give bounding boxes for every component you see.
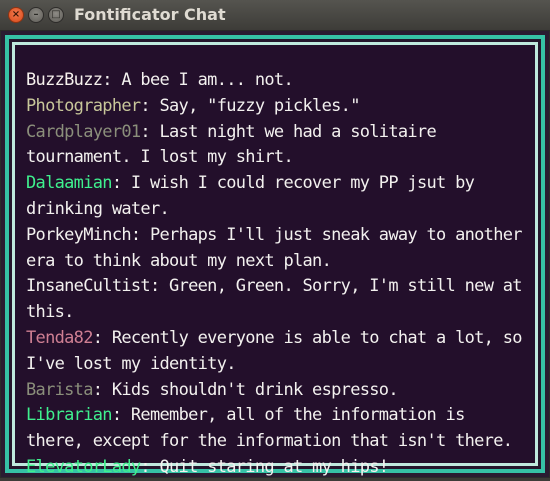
chat-username: ElevatorLady [26,456,141,477]
chat-message-text: : Quit staring at my hips! [140,456,389,477]
chat-message: ElevatorLady: Quit staring at my hips! [26,455,522,481]
window-title: Fontificator Chat [74,5,226,24]
chat-message: Photographer: Say, "fuzzy pickles." [26,94,522,120]
chat-username: Cardplayer01 [26,121,141,142]
chat-username: PorkeyMinch [26,224,132,245]
chat-frame: BuzzBuzz: A bee I am... not. Photographer… [1,31,549,477]
chat-message-text: : Recently everyone is able to chat a lo… [26,327,523,374]
chat-username: BuzzBuzz [26,70,103,90]
chat-log: BuzzBuzz: A bee I am... not. Photographer… [26,68,523,481]
chat-message: Barista: Kids shouldn't drink espresso. [26,378,522,404]
title-bar[interactable]: × – □ Fontificator Chat [0,0,550,31]
chat-username: Librarian [26,405,113,426]
chat-message: Dalaamian: I wish I could recover my PP … [26,171,522,223]
minimize-icon: – [33,9,39,20]
chat-message: PorkeyMinch: Perhaps I'll just sneak awa… [26,223,523,275]
close-window-button[interactable]: × [8,7,24,23]
app-window: × – □ Fontificator Chat BuzzBuzz: A bee … [0,0,550,478]
chat-message: Cardplayer01: Last night we had a solita… [26,120,522,172]
minimize-window-button[interactable]: – [28,7,44,23]
chat-message-text: : A bee I am... not. [102,70,293,90]
chat-username: InsaneCultist [26,276,151,297]
chat-border-outer: BuzzBuzz: A bee I am... not. Photographer… [5,35,545,477]
maximize-window-button[interactable]: □ [48,7,64,23]
chat-message: InsaneCultist: Green, Green. Sorry, I'm … [26,274,523,326]
chat-message: BuzzBuzz: A bee I am... not. [26,68,522,94]
chat-username: Tenda82 [26,327,93,348]
chat-username: Dalaamian [26,173,113,194]
close-icon: × [11,9,21,20]
maximize-icon: □ [51,9,61,20]
chat-message-text: : Kids shouldn't drink espresso. [92,379,399,400]
chat-username: Barista [26,379,93,400]
chat-message-text: : Say, "fuzzy pickles." [140,95,360,116]
chat-border-inner: BuzzBuzz: A bee I am... not. Photographer… [12,42,538,477]
chat-message: Tenda82: Recently everyone is able to ch… [26,326,523,378]
chat-username: Photographer [26,95,141,116]
chat-message: Librarian: Remember, all of the informat… [26,403,522,455]
